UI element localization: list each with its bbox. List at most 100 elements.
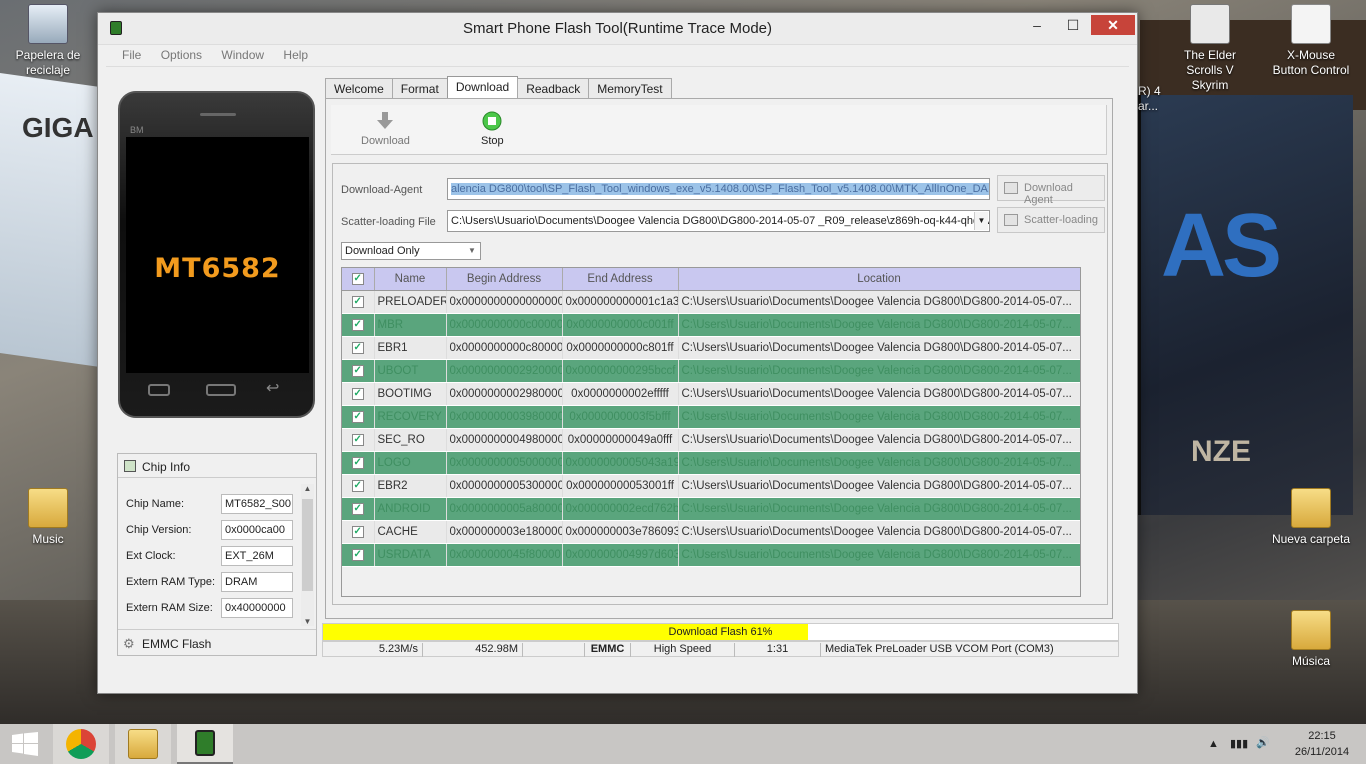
checkbox-icon: ✓: [351, 457, 364, 469]
chip-info-label: Extern RAM Size:: [126, 602, 213, 614]
row-checkbox[interactable]: ✓: [342, 382, 375, 406]
taskbar-flash-tool[interactable]: [177, 724, 233, 764]
table-row[interactable]: ✓ CACHE 0x000000003e180000 0x000000003e7860…: [342, 520, 1080, 544]
menu-file[interactable]: File: [114, 45, 149, 65]
download-button[interactable]: Download: [361, 109, 410, 147]
chip-name-field[interactable]: MT6582_S00: [221, 494, 293, 514]
status-speed: 5.23M/s: [323, 643, 423, 657]
download-panel: Download Stop Download-Agent alencia DG8…: [325, 98, 1113, 619]
column-header[interactable]: Name: [374, 268, 447, 291]
scroll-down-icon[interactable]: ▼: [301, 617, 314, 626]
desktop-icon-skyrim[interactable]: The Elder Scrolls V Skyrim: [1170, 4, 1250, 93]
table-cell-begin: 0x0000000002920000: [446, 359, 563, 383]
table-row[interactable]: ✓ EBR1 0x0000000000c80000 0x0000000000c801f…: [342, 336, 1080, 360]
desktop-icon-musica[interactable]: Música: [1268, 610, 1354, 669]
row-checkbox[interactable]: ✓: [342, 313, 375, 337]
table-cell-end: 0x00000000053001ff: [562, 474, 679, 498]
table-row[interactable]: ✓ RECOVERY 0x0000000003980000 0x0000000003f…: [342, 405, 1080, 429]
row-checkbox[interactable]: ✓: [342, 359, 375, 383]
status-port: MediaTek PreLoader USB VCOM Port (COM3): [825, 643, 1054, 655]
table-cell-location: C:\Users\Usuario\Documents\Doogee Valenc…: [678, 543, 1080, 567]
minimize-button[interactable]: ‒: [1023, 15, 1051, 35]
chip-info-label: Ext Clock:: [126, 550, 176, 562]
download-agent-path[interactable]: alencia DG800\tool\SP_Flash_Tool_windows…: [447, 178, 990, 200]
tab-format[interactable]: Format: [391, 78, 448, 98]
row-checkbox[interactable]: ✓: [342, 474, 375, 498]
table-cell-end: 0x000000000001c1a3: [562, 290, 679, 314]
folder-icon: [1291, 488, 1331, 528]
title-bar[interactable]: Smart Phone Flash Tool(Runtime Trace Mod…: [98, 13, 1137, 45]
menu-bar: File Options Window Help: [106, 45, 1129, 67]
network-icon[interactable]: ▮▮▮: [1230, 736, 1248, 752]
column-header[interactable]: Begin Address: [446, 268, 563, 291]
table-cell-begin: 0x0000000045f80000: [446, 543, 563, 567]
table-row[interactable]: ✓ MBR 0x0000000000c00000 0x0000000000c001ff…: [342, 313, 1080, 337]
download-agent-button[interactable]: Download Agent: [997, 175, 1105, 206]
stop-button[interactable]: Stop: [481, 109, 504, 147]
chip-info-panel: Chip Info Chip Name: MT6582_S00 Chip Ver…: [117, 453, 317, 656]
row-checkbox[interactable]: ✓: [342, 405, 375, 429]
table-row[interactable]: ✓ ANDROID 0x0000000005a80000 0x000000002ecd…: [342, 497, 1080, 521]
status-usb: High Speed: [631, 643, 735, 657]
ext-clock-field[interactable]: EXT_26M: [221, 546, 293, 566]
desktop-icon-music[interactable]: Music: [8, 488, 88, 547]
column-header[interactable]: Location: [678, 268, 1080, 291]
start-button[interactable]: [0, 724, 50, 764]
tab-memorytest[interactable]: MemoryTest: [588, 78, 672, 98]
table-row[interactable]: ✓ USRDATA 0x0000000045f80000 0x000000004997…: [342, 543, 1080, 567]
flash-tool-window: Smart Phone Flash Tool(Runtime Trace Mod…: [97, 12, 1138, 694]
desktop-icon-recycle-bin[interactable]: Papelera de reciclaje: [8, 4, 88, 78]
taskbar-chrome[interactable]: [53, 724, 109, 764]
row-checkbox[interactable]: ✓: [342, 451, 375, 475]
table-cell-end: 0x000000002ecd762b: [562, 497, 679, 521]
tab-readback[interactable]: Readback: [517, 78, 590, 98]
ram-type-field[interactable]: DRAM: [221, 572, 293, 592]
table-row[interactable]: ✓ UBOOT 0x0000000002920000 0x000000000295bc…: [342, 359, 1080, 383]
ram-size-field[interactable]: 0x40000000: [221, 598, 293, 618]
checkbox-icon: ✓: [351, 549, 364, 561]
menu-options[interactable]: Options: [153, 45, 210, 65]
table-cell-name: SEC_RO: [374, 428, 447, 452]
desktop-icon-xmouse[interactable]: X-Mouse Button Control: [1268, 4, 1354, 78]
row-checkbox[interactable]: ✓: [342, 543, 375, 567]
desktop-icon-nueva-carpeta[interactable]: Nueva carpeta: [1268, 488, 1354, 547]
taskbar-explorer[interactable]: [115, 724, 171, 764]
chip-info-header[interactable]: Chip Info: [118, 454, 316, 478]
maximize-button[interactable]: ☐: [1059, 15, 1087, 35]
status-time: 1:31: [735, 643, 821, 657]
row-checkbox[interactable]: ✓: [342, 520, 375, 544]
table-row[interactable]: ✓ LOGO 0x0000000005000000 0x0000000005043a1…: [342, 451, 1080, 475]
table-row[interactable]: ✓ SEC_RO 0x0000000004980000 0x00000000049a0…: [342, 428, 1080, 452]
row-checkbox[interactable]: ✓: [342, 336, 375, 360]
table-row[interactable]: ✓ PRELOADER 0x0000000000000000 0x0000000000…: [342, 290, 1080, 314]
chevron-down-icon[interactable]: ▼: [974, 212, 988, 230]
chip-info-icon: [124, 460, 136, 472]
tab-welcome[interactable]: Welcome: [325, 78, 393, 98]
scroll-up-icon[interactable]: ▲: [301, 484, 314, 493]
row-checkbox[interactable]: ✓: [342, 497, 375, 521]
scrollbar-thumb[interactable]: [302, 499, 313, 591]
select-all-checkbox[interactable]: ✓: [342, 268, 375, 291]
menu-window[interactable]: Window: [213, 45, 272, 65]
table-row[interactable]: ✓ EBR2 0x0000000005300000 0x00000000053001f…: [342, 474, 1080, 498]
chip-info-scrollbar[interactable]: ▲ ▼: [301, 484, 314, 626]
menu-help[interactable]: Help: [275, 45, 316, 65]
chrome-icon: [66, 729, 96, 759]
row-checkbox[interactable]: ✓: [342, 290, 375, 314]
table-row[interactable]: ✓ BOOTIMG 0x0000000002980000 0x0000000002ef…: [342, 382, 1080, 406]
scatter-button-label: Scatter-loading: [1024, 214, 1098, 226]
download-mode-select[interactable]: Download Only ▼: [341, 242, 481, 260]
show-hidden-icons-icon[interactable]: ▲: [1208, 736, 1219, 752]
scatter-path[interactable]: C:\Users\Usuario\Documents\Doogee Valenc…: [447, 210, 990, 232]
clock[interactable]: 22:15 26/11/2014: [1284, 728, 1360, 760]
row-checkbox[interactable]: ✓: [342, 428, 375, 452]
desktop-icon-partial[interactable]: R) 4 ar...: [1138, 54, 1164, 129]
clock-time: 22:15: [1308, 730, 1336, 742]
emmc-flash-header[interactable]: ⚙ EMMC Flash: [118, 629, 316, 655]
column-header[interactable]: End Address: [562, 268, 679, 291]
scatter-loading-button[interactable]: Scatter-loading: [997, 207, 1105, 233]
chip-version-field[interactable]: 0x0000ca00: [221, 520, 293, 540]
close-button[interactable]: ✕: [1091, 15, 1135, 35]
volume-icon[interactable]: 🔊: [1256, 735, 1270, 751]
tab-download[interactable]: Download: [446, 76, 519, 98]
